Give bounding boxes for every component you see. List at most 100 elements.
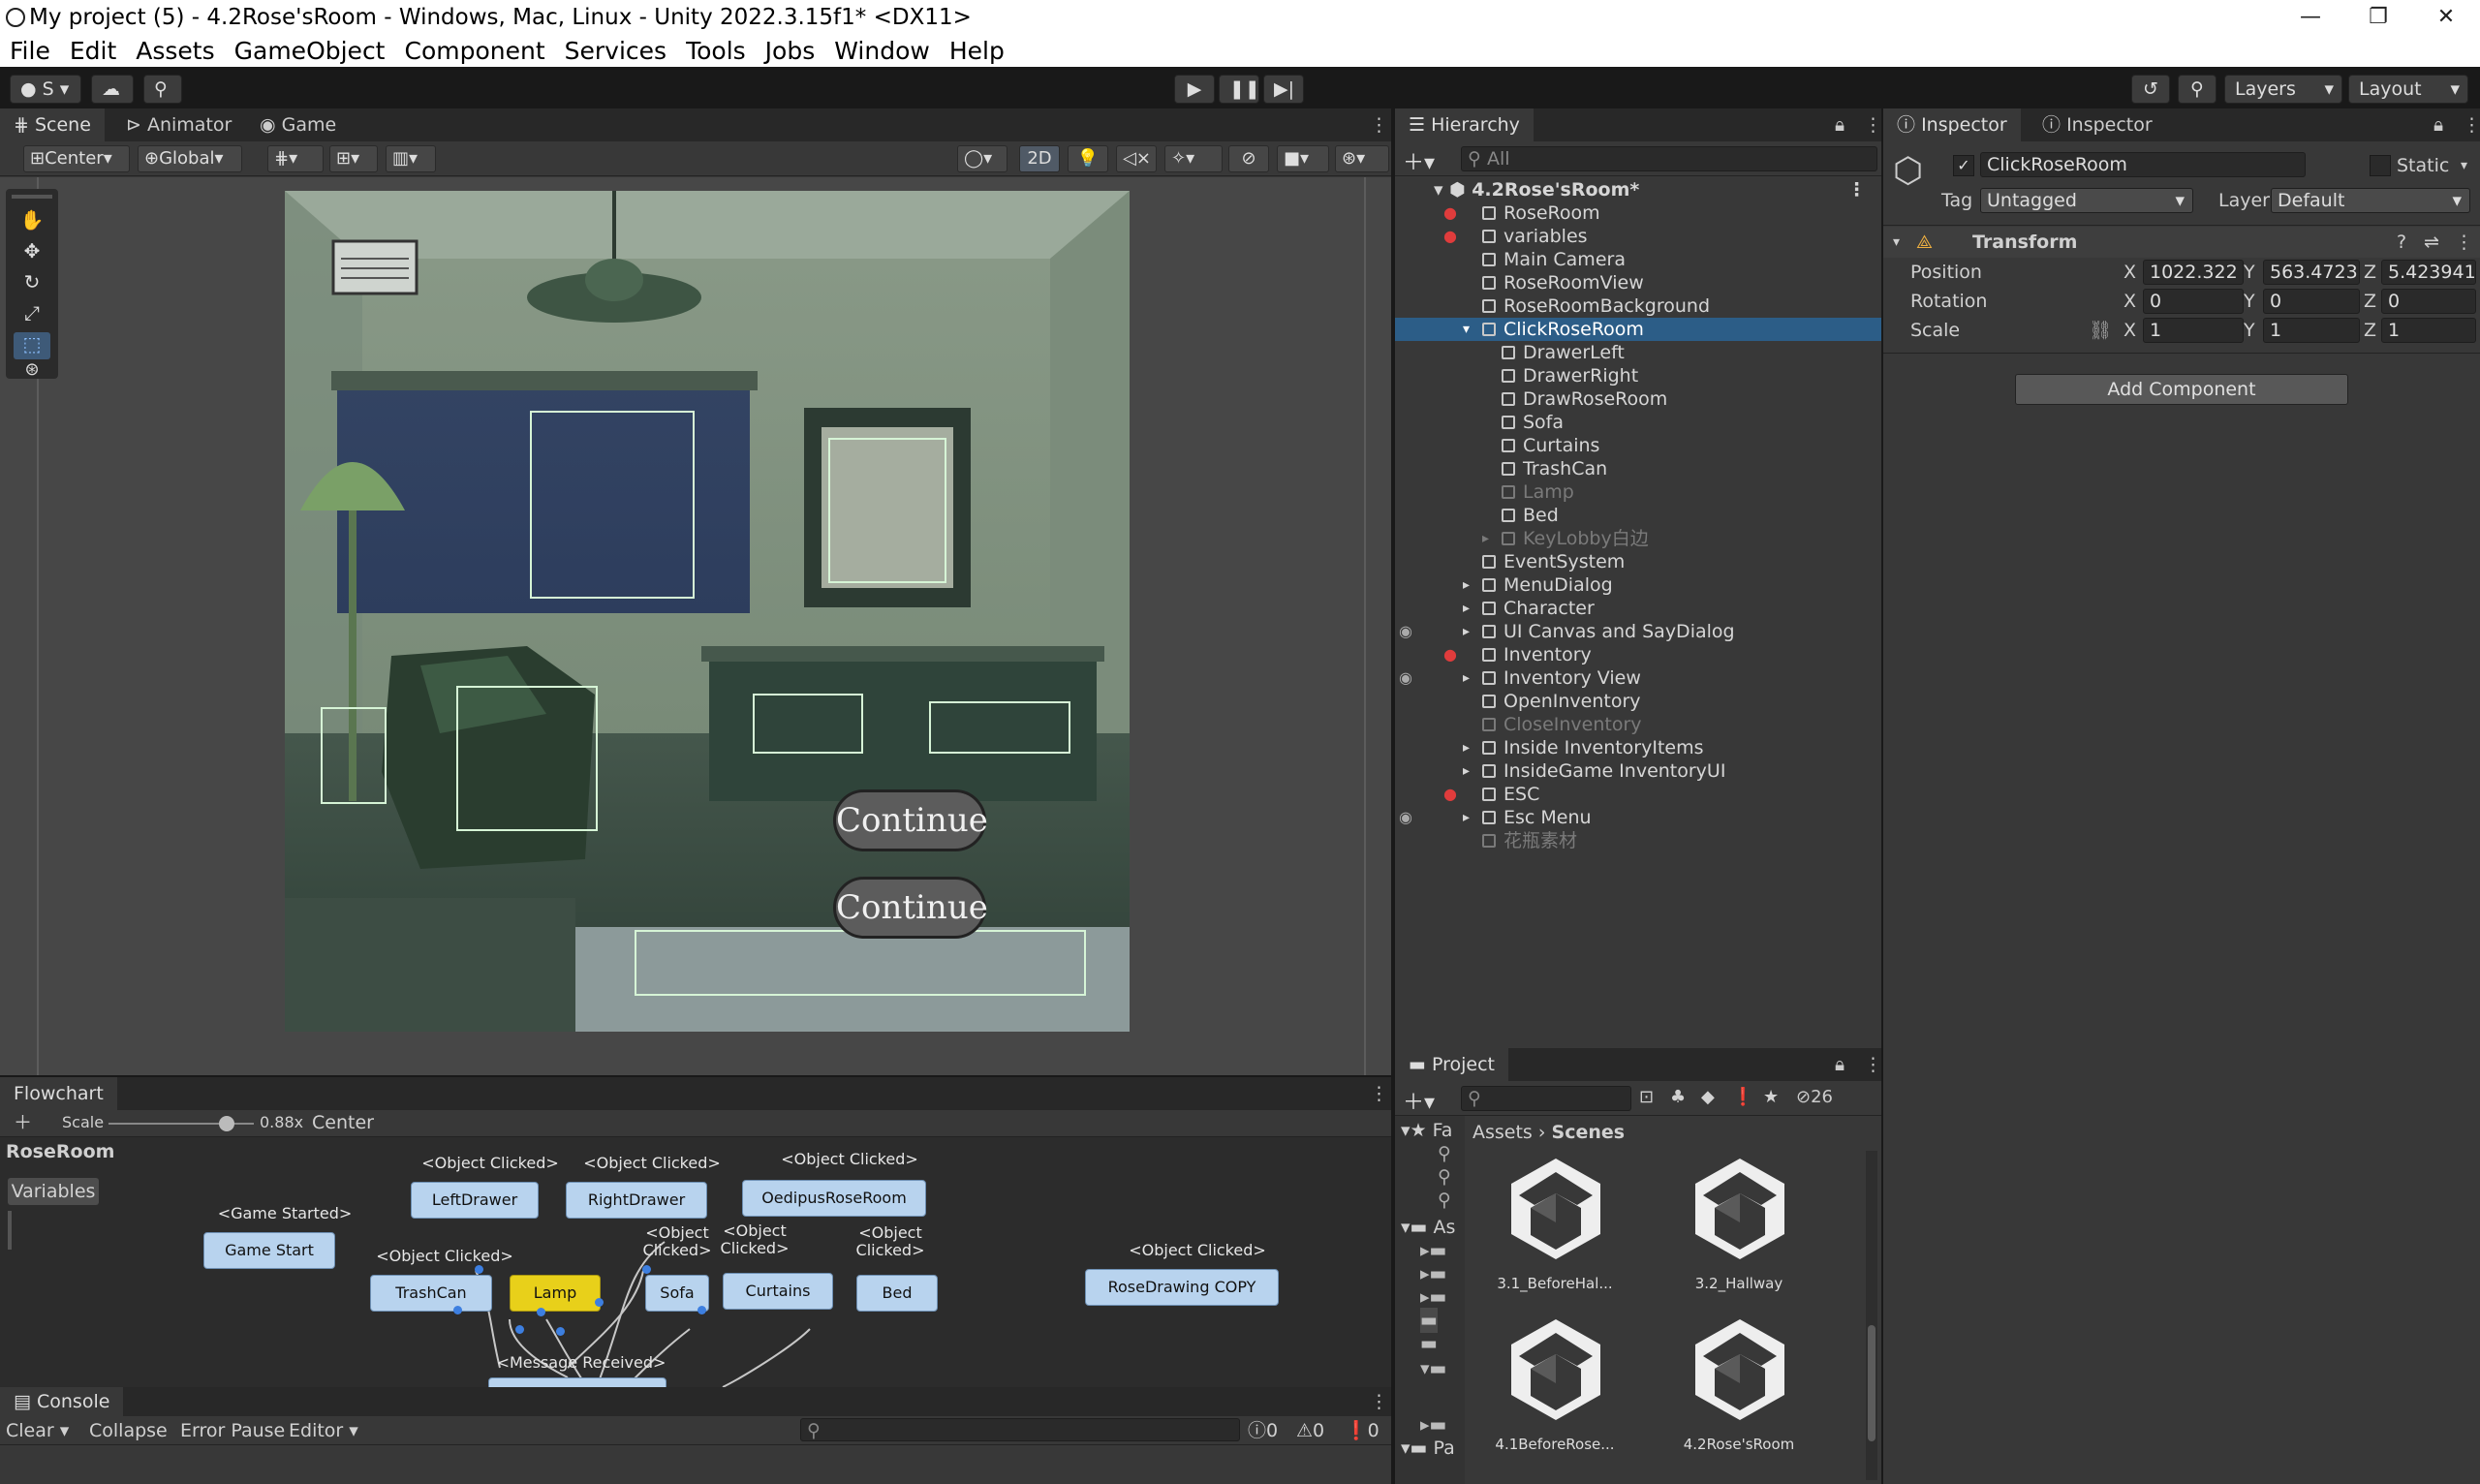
flowchart-node[interactable]: Lamp bbox=[510, 1275, 601, 1312]
warning-count-toggle[interactable]: ⚠0 bbox=[1296, 1418, 1324, 1443]
flowchart-node[interactable]: Curtains bbox=[723, 1273, 833, 1310]
flowchart-node[interactable]: Bed bbox=[856, 1275, 938, 1312]
flowchart-node[interactable]: RightDrawer bbox=[566, 1182, 707, 1219]
folder-icon[interactable]: ▬ bbox=[1420, 1331, 1438, 1356]
help-icon[interactable]: ? bbox=[2397, 230, 2406, 255]
continue-button-2[interactable]: Continue bbox=[833, 877, 988, 939]
tab-flowchart[interactable]: Flowchart bbox=[0, 1077, 117, 1110]
position-y-field[interactable]: 563.4723 bbox=[2263, 260, 2360, 285]
hand-tool-icon[interactable]: ✋ bbox=[14, 208, 50, 235]
hierarchy-row[interactable]: DrawRoseRoom bbox=[1395, 387, 1881, 411]
hierarchy-row[interactable]: ▸ Inside InventoryItems bbox=[1395, 736, 1881, 759]
search-button[interactable]: ⚲ bbox=[2178, 75, 2216, 104]
step-button[interactable]: ▶| bbox=[1263, 75, 1304, 104]
grid-snap-dropdown[interactable]: ⋕▾ bbox=[267, 145, 324, 172]
visibility-eye-icon[interactable]: ◉ bbox=[1399, 806, 1412, 829]
static-checkbox[interactable] bbox=[2370, 155, 2391, 176]
expand-arrow-icon[interactable]: ▸ bbox=[1463, 666, 1470, 690]
layer-dropdown[interactable]: Default ▾ bbox=[2271, 188, 2470, 213]
scale-tool-icon[interactable]: ⤢ bbox=[14, 301, 50, 328]
hierarchy-row[interactable]: ▸ InsideGame InventoryUI bbox=[1395, 759, 1881, 783]
project-more-icon[interactable]: ⋮ bbox=[1850, 1048, 1896, 1081]
rotation-x-field[interactable]: 0 bbox=[2143, 289, 2244, 314]
constrain-proportions-icon[interactable]: ⛓ bbox=[2089, 318, 2112, 343]
scene-root-row[interactable]: ▾ ⬢ 4.2Rose'sRoom* ⋮ bbox=[1395, 178, 1881, 201]
active-checkbox[interactable]: ✓ bbox=[1953, 155, 1974, 176]
rotation-z-field[interactable]: 0 bbox=[2381, 289, 2476, 314]
hierarchy-row[interactable]: ▸ KeyLobby白边 bbox=[1395, 527, 1881, 550]
menu-assets[interactable]: Assets bbox=[136, 35, 214, 67]
pause-button[interactable]: ❚❚ bbox=[1219, 75, 1260, 104]
folder-icon[interactable]: ▸▬ bbox=[1420, 1284, 1447, 1310]
scale-y-field[interactable]: 1 bbox=[2263, 318, 2360, 343]
expand-arrow-icon[interactable]: ▸ bbox=[1463, 597, 1470, 620]
flowchart-node[interactable]: TrashCan bbox=[370, 1275, 492, 1312]
collapse-button[interactable]: Collapse bbox=[89, 1418, 168, 1443]
flowchart-node[interactable]: RoseDrawing COPY bbox=[1085, 1269, 1279, 1306]
search-icon[interactable]: ⚲ bbox=[1438, 1188, 1451, 1213]
lighting-toggle[interactable]: 💡 bbox=[1068, 145, 1108, 172]
snap-increment-dropdown[interactable]: ⊞▾ bbox=[329, 145, 378, 172]
console-search-input[interactable]: ⚲ bbox=[800, 1418, 1240, 1441]
menu-component[interactable]: Component bbox=[405, 35, 545, 67]
transform-tool-icon[interactable]: ⊛ bbox=[14, 359, 50, 380]
effects-dropdown[interactable]: ✧▾ bbox=[1164, 145, 1223, 172]
center-button[interactable]: Center bbox=[312, 1110, 374, 1135]
scene-asset[interactable]: 3.1_BeforeHal... bbox=[1482, 1155, 1628, 1310]
label-filter-icon[interactable]: ◆ bbox=[1701, 1087, 1715, 1107]
favorites-row[interactable]: ▾★ Fa bbox=[1401, 1118, 1452, 1143]
menu-tools[interactable]: Tools bbox=[686, 35, 746, 67]
continue-button-1[interactable]: Continue bbox=[833, 789, 988, 851]
scroll-thumb[interactable] bbox=[1868, 1325, 1876, 1441]
scale-slider-thumb[interactable] bbox=[219, 1116, 234, 1131]
console-more-icon[interactable]: ⋮ bbox=[1356, 1387, 1402, 1416]
hierarchy-row[interactable]: DrawerRight bbox=[1395, 364, 1881, 387]
audio-toggle[interactable]: ◁× bbox=[1116, 145, 1157, 172]
hierarchy-row[interactable]: ◉ ▸ Inventory View bbox=[1395, 666, 1881, 690]
log-count-toggle[interactable]: ⓘ0 bbox=[1248, 1418, 1278, 1443]
hierarchy-row[interactable]: RoseRoomView bbox=[1395, 271, 1881, 294]
expand-arrow-icon[interactable]: ▸ bbox=[1463, 759, 1470, 783]
hierarchy-search-input[interactable]: ⚲ All bbox=[1461, 146, 1877, 171]
ruler-dropdown[interactable]: ▥▾ bbox=[386, 145, 436, 172]
flowchart-node[interactable] bbox=[488, 1377, 666, 1387]
hierarchy-row[interactable]: ● variables bbox=[1395, 225, 1881, 248]
camera-dropdown[interactable]: ■▾ bbox=[1277, 145, 1329, 172]
hierarchy-row[interactable]: TrashCan bbox=[1395, 457, 1881, 480]
hierarchy-row[interactable]: ▾ ClickRoseRoom bbox=[1395, 318, 1881, 341]
scene-asset[interactable]: 3.2_Hallway bbox=[1666, 1155, 1812, 1310]
menu-window[interactable]: Window bbox=[834, 35, 930, 67]
variables-button[interactable]: Variables bbox=[8, 1178, 99, 1205]
add-component-button[interactable]: Add Component bbox=[2015, 374, 2348, 405]
scale-x-field[interactable]: 1 bbox=[2143, 318, 2244, 343]
breadcrumb-scenes[interactable]: Scenes bbox=[1552, 1122, 1626, 1143]
expand-arrow-icon[interactable]: ▸ bbox=[1482, 527, 1489, 550]
layers-dropdown[interactable]: Layers ▾ bbox=[2224, 75, 2342, 104]
tab-project[interactable]: ▬ Project bbox=[1395, 1048, 1509, 1081]
tab-animator[interactable]: ⊳ Animator bbox=[112, 108, 245, 141]
minimize-icon[interactable]: — bbox=[2277, 0, 2344, 35]
search-icon[interactable]: ⚲ bbox=[1438, 1141, 1451, 1166]
filter-type-icon[interactable]: ♣ bbox=[1670, 1087, 1686, 1107]
2d-toggle[interactable]: 2D bbox=[1019, 145, 1060, 172]
hierarchy-row[interactable]: Bed bbox=[1395, 504, 1881, 527]
flowchart-node[interactable]: OedipusRoseRoom bbox=[742, 1180, 926, 1217]
folder-icon[interactable]: ▸▬ bbox=[1420, 1261, 1447, 1286]
flowchart-node[interactable]: LeftDrawer bbox=[411, 1182, 539, 1219]
menu-edit[interactable]: Edit bbox=[70, 35, 116, 67]
hierarchy-row[interactable]: ◉ ▸ Esc Menu bbox=[1395, 806, 1881, 829]
hierarchy-row[interactable]: ● ESC bbox=[1395, 783, 1881, 806]
folder-icon[interactable]: ▬ bbox=[1420, 1308, 1438, 1333]
variables-resize[interactable] bbox=[8, 1211, 12, 1250]
position-z-field[interactable]: 5.423941 bbox=[2381, 260, 2476, 285]
menu-services[interactable]: Services bbox=[565, 35, 666, 67]
expand-arrow-icon[interactable]: ▸ bbox=[1463, 620, 1470, 643]
gizmos-dropdown[interactable]: ⊛▾ bbox=[1335, 145, 1389, 172]
rotation-y-field[interactable]: 0 bbox=[2263, 289, 2360, 314]
cloud-button[interactable]: ☁ bbox=[91, 75, 134, 104]
hierarchy-row[interactable]: RoseRoomBackground bbox=[1395, 294, 1881, 318]
transform-header[interactable]: ▾ ⟁ Transform ? ⇌ ⋮ bbox=[1883, 227, 2480, 258]
close-icon[interactable]: ✕ bbox=[2412, 0, 2480, 35]
object-name-field[interactable]: ClickRoseRoom bbox=[1980, 152, 2306, 177]
search-by-type-icon[interactable]: ⊡ bbox=[1639, 1087, 1654, 1107]
